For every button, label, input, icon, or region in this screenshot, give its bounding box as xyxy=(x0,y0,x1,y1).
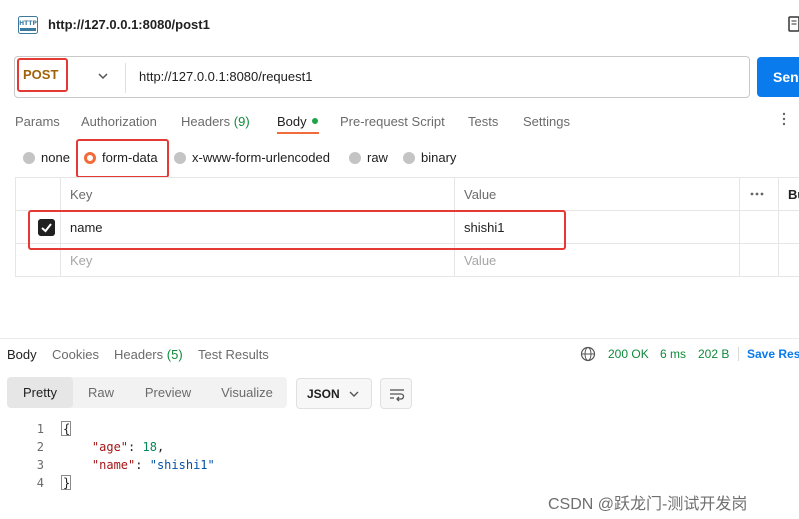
row-empty-cell xyxy=(779,211,799,243)
radio-dot-selected xyxy=(84,151,96,164)
row-value-input[interactable]: shishi1 xyxy=(455,211,740,243)
globe-icon[interactable] xyxy=(580,346,596,362)
headers-count: (9) xyxy=(233,114,250,129)
new-value-input[interactable]: Value xyxy=(455,244,740,276)
response-divider xyxy=(0,338,799,339)
response-tab-headers[interactable]: Headers (5) xyxy=(114,347,183,362)
code-line: 4 } xyxy=(0,474,500,492)
send-button[interactable]: Send xyxy=(757,57,799,97)
more-vertical-icon[interactable] xyxy=(782,112,786,126)
radio-raw[interactable]: raw xyxy=(349,150,388,165)
url-bar: POST http://127.0.0.1:8080/request1 xyxy=(14,56,750,98)
response-time[interactable]: 6 ms xyxy=(660,347,686,361)
radio-dot xyxy=(349,151,361,164)
tab-pre-request-script[interactable]: Pre-request Script xyxy=(340,114,445,129)
radio-dot xyxy=(23,151,35,164)
view-raw[interactable]: Raw xyxy=(73,377,129,408)
line-number: 1 xyxy=(36,422,44,436)
watermark: CSDN @跃龙门-测试开发岗 xyxy=(548,496,748,513)
table-row: name shishi1 xyxy=(15,211,799,244)
tab-settings[interactable]: Settings xyxy=(523,114,570,129)
tab-params[interactable]: Params xyxy=(15,114,60,129)
documentation-icon[interactable] xyxy=(788,16,799,32)
svg-text:HTTP: HTTP xyxy=(19,20,37,27)
url-divider xyxy=(125,63,126,93)
view-preview[interactable]: Preview xyxy=(129,377,207,408)
new-key-input[interactable]: Key xyxy=(61,244,455,276)
row-check-cell xyxy=(16,211,61,243)
response-body-code[interactable]: 1 { 2 "age": 18, 3 "name": "shishi1" 4 } xyxy=(0,420,500,492)
radio-dot xyxy=(403,151,415,164)
tab-body[interactable]: Body xyxy=(277,114,318,129)
wrap-lines-icon xyxy=(390,389,405,402)
code-text: { xyxy=(63,422,71,436)
row-key-input[interactable]: name xyxy=(61,211,455,243)
tab-headers[interactable]: Headers (9) xyxy=(181,114,250,129)
request-title[interactable]: http://127.0.0.1:8080/post1 xyxy=(48,17,210,32)
header-value: Value xyxy=(455,178,740,210)
chevron-down-icon xyxy=(349,391,359,397)
response-tab-body[interactable]: Body xyxy=(7,347,37,362)
form-data-table: Key Value Bu name shishi1 Key Value xyxy=(15,177,799,277)
radio-none[interactable]: none xyxy=(23,150,70,165)
title-bar: HTTP http://127.0.0.1:8080/post1 xyxy=(0,0,799,50)
response-tab-cookies[interactable]: Cookies xyxy=(52,347,99,362)
table-row-empty: Key Value xyxy=(15,244,799,277)
body-modified-dot xyxy=(311,118,318,124)
save-response-button[interactable]: Save Res xyxy=(747,347,799,361)
view-visualize[interactable]: Visualize xyxy=(207,377,287,408)
request-tabs: Params Authorization Headers (9) Body Pr… xyxy=(0,110,799,134)
url-input[interactable]: http://127.0.0.1:8080/request1 xyxy=(139,69,312,84)
code-line: 2 "age": 18, xyxy=(0,438,500,456)
radio-form-data[interactable]: form-data xyxy=(84,150,158,165)
checkbox-checked-icon[interactable] xyxy=(38,219,55,236)
tab-authorization[interactable]: Authorization xyxy=(81,114,157,129)
row-empty-cell xyxy=(740,211,779,243)
radio-x-www-form-urlencoded[interactable]: x-www-form-urlencoded xyxy=(174,150,330,165)
row-empty-cell xyxy=(740,244,779,276)
table-header: Key Value Bu xyxy=(15,178,799,211)
code-text: "name": "shishi1" xyxy=(91,458,215,472)
row-empty-cell xyxy=(779,244,799,276)
response-headers-count: (5) xyxy=(166,347,183,362)
http-icon: HTTP xyxy=(18,16,38,34)
line-number: 2 xyxy=(36,440,44,454)
more-horizontal-icon[interactable] xyxy=(750,192,764,196)
status-divider xyxy=(738,347,739,361)
line-number: 3 xyxy=(36,458,44,472)
chevron-down-icon[interactable] xyxy=(97,71,109,81)
row-check-cell xyxy=(16,244,61,276)
status-code[interactable]: 200 OK xyxy=(608,347,649,361)
format-label: JSON xyxy=(307,387,340,401)
response-size[interactable]: 202 B xyxy=(698,347,729,361)
header-bulk-edit[interactable]: Bu xyxy=(779,178,799,210)
code-text: } xyxy=(63,476,71,490)
radio-binary[interactable]: binary xyxy=(403,150,456,165)
active-tab-indicator xyxy=(277,132,319,134)
radio-dot xyxy=(174,151,186,164)
method-select[interactable]: POST xyxy=(23,67,58,82)
view-pretty[interactable]: Pretty xyxy=(7,377,73,408)
view-mode-segment: Pretty Raw Preview Visualize xyxy=(7,377,287,408)
response-tab-test-results[interactable]: Test Results xyxy=(198,347,269,362)
tab-tests[interactable]: Tests xyxy=(468,114,498,129)
header-more[interactable] xyxy=(740,178,779,210)
wrap-lines-button[interactable] xyxy=(380,378,412,409)
code-text: "age": 18, xyxy=(91,440,165,454)
header-check-cell xyxy=(16,178,61,210)
code-line: 3 "name": "shishi1" xyxy=(0,456,500,474)
body-type-radios: none form-data x-www-form-urlencoded raw… xyxy=(0,147,799,167)
header-key: Key xyxy=(61,178,455,210)
code-line: 1 { xyxy=(0,420,500,438)
format-select[interactable]: JSON xyxy=(296,378,372,409)
line-number: 4 xyxy=(36,476,44,490)
